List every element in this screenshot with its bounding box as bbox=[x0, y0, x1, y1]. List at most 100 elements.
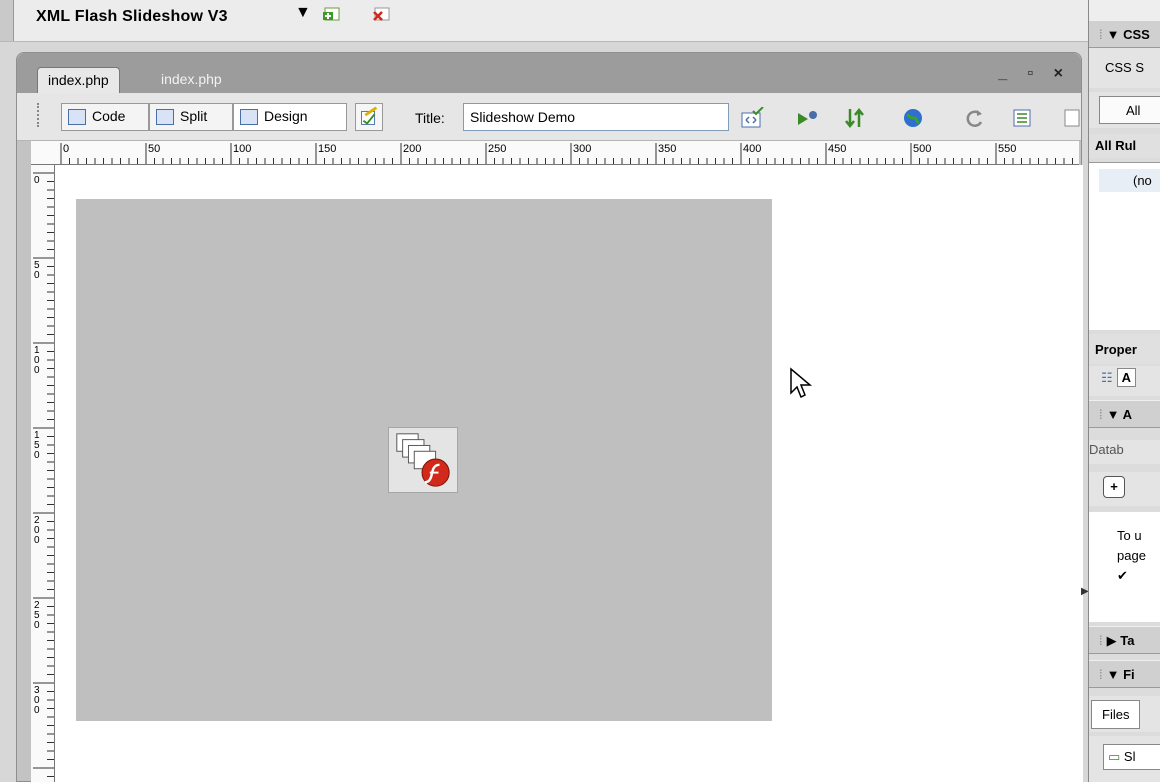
title-label: Title: bbox=[415, 110, 445, 126]
props-a-button[interactable]: A bbox=[1116, 368, 1137, 387]
window-controls[interactable]: _ ▫ × bbox=[998, 65, 1071, 83]
databases-tab[interactable]: Datab bbox=[1089, 440, 1160, 464]
split-icon bbox=[156, 109, 174, 125]
tag-inspector-title: ▶ Ta bbox=[1106, 633, 1135, 648]
css-panel-header[interactable]: ⁞ ▼ CSS bbox=[1089, 20, 1160, 48]
properties-header: Proper bbox=[1089, 334, 1160, 364]
application-panel-header[interactable]: ⁞ ▼ A bbox=[1089, 400, 1160, 428]
rules-item-label: (no bbox=[1133, 173, 1152, 188]
ruler-label: 0 bbox=[34, 175, 40, 186]
design-canvas[interactable] bbox=[55, 165, 1083, 782]
all-rules-header: All Rul bbox=[1089, 134, 1160, 158]
files-tab[interactable]: Files bbox=[1091, 700, 1141, 729]
ruler-label: 0 bbox=[34, 450, 40, 461]
flash-slideshow-icon[interactable] bbox=[388, 427, 458, 493]
ruler-label: 0 bbox=[34, 535, 40, 546]
code-icon bbox=[68, 109, 86, 125]
ruler-label: 0 bbox=[34, 705, 40, 716]
preview-browser-icon[interactable] bbox=[901, 107, 925, 129]
ruler-label: 250 bbox=[488, 143, 506, 155]
panel-grip: ⁞ bbox=[1099, 407, 1103, 422]
code-view-button[interactable]: Code bbox=[61, 103, 149, 131]
ruler-label: 50 bbox=[148, 143, 160, 155]
databases-tab-label: Datab bbox=[1089, 442, 1124, 457]
mouse-cursor-icon bbox=[790, 367, 813, 399]
rules-list-item[interactable]: (no bbox=[1099, 169, 1160, 192]
ruler-label: 150 bbox=[318, 143, 336, 155]
toolbar-grip[interactable] bbox=[37, 103, 43, 127]
design-view-button[interactable]: Design bbox=[233, 103, 347, 131]
properties-label: Proper bbox=[1095, 342, 1137, 357]
all-toggle-row: All bbox=[1089, 92, 1160, 128]
ruler-label: 400 bbox=[743, 143, 761, 155]
page-title-input[interactable] bbox=[463, 103, 729, 131]
site-selector[interactable]: ▭ Sl bbox=[1089, 736, 1160, 782]
split-view-button[interactable]: Split bbox=[149, 103, 233, 131]
document-tab-bar: index.php index.php _ ▫ × bbox=[17, 53, 1081, 93]
horizontal-ruler: 0 50 100 150 200 250 300 350 400 450 500 550 bbox=[31, 141, 1079, 165]
files-tab-row: Files bbox=[1089, 696, 1160, 732]
add-database-icon[interactable]: + bbox=[1103, 476, 1125, 498]
right-panel-dock: ⁞ ▼ CSS CSS S All All Rul (no Proper ☷ A ⁞… bbox=[1088, 0, 1160, 782]
properties-toolbar: ☷ A bbox=[1089, 366, 1160, 396]
validate-markup-icon[interactable] bbox=[741, 107, 765, 129]
databases-toolbar: + bbox=[1089, 472, 1160, 506]
site-dropdown[interactable]: ▭ Sl bbox=[1103, 744, 1160, 770]
extension-menu-arrow[interactable]: ▼ bbox=[295, 4, 311, 22]
all-button-label: All bbox=[1126, 103, 1141, 118]
code-label: Code bbox=[92, 108, 126, 124]
check-icon: ✔ bbox=[1117, 568, 1128, 583]
all-rules-label: All Rul bbox=[1095, 138, 1137, 153]
rules-list[interactable]: (no bbox=[1089, 162, 1160, 330]
category-view-icon[interactable]: ☷ bbox=[1101, 370, 1113, 385]
css-styles-tab-label: CSS S bbox=[1105, 60, 1145, 75]
refresh-icon[interactable] bbox=[963, 107, 987, 129]
document-toolbar: Code Split Design Title: bbox=[17, 93, 1081, 141]
tab-index-php-active[interactable]: index.php bbox=[37, 67, 120, 93]
css-panel-title: ▼ CSS bbox=[1106, 27, 1150, 42]
ruler-label: 100 bbox=[233, 143, 251, 155]
panel-grip: ⁞ bbox=[1099, 633, 1103, 648]
files-panel-title: ▼ Fi bbox=[1106, 667, 1135, 682]
browser-compat-icon[interactable] bbox=[795, 107, 819, 129]
css-styles-tab[interactable]: CSS S bbox=[1089, 48, 1160, 88]
ruler-label: 450 bbox=[828, 143, 846, 155]
panel-grip: ⁞ bbox=[1099, 27, 1103, 42]
dock-top bbox=[1089, 0, 1160, 20]
ruler-label: 0 bbox=[34, 365, 40, 376]
ruler-label: 0 bbox=[63, 143, 69, 155]
document-window: index.php index.php _ ▫ × Code Split Des… bbox=[16, 52, 1083, 782]
ruler-label: 0 bbox=[34, 270, 40, 281]
extension-title: XML Flash Slideshow V3 bbox=[36, 8, 228, 25]
ruler-label: 200 bbox=[403, 143, 421, 155]
instructions-line-2: page bbox=[1117, 548, 1146, 563]
databases-instructions: To u page ✔ bbox=[1089, 512, 1160, 622]
instructions-line-1: To u bbox=[1117, 528, 1142, 543]
view-options-icon[interactable] bbox=[1011, 107, 1035, 129]
panel-edge bbox=[0, 0, 14, 41]
ruler-label: 300 bbox=[573, 143, 591, 155]
site-name: Sl bbox=[1123, 749, 1136, 764]
ruler-label: 550 bbox=[998, 143, 1016, 155]
ruler-label: 500 bbox=[913, 143, 931, 155]
add-slideshow-icon[interactable] bbox=[320, 4, 342, 24]
visual-aids-icon[interactable] bbox=[1059, 107, 1083, 129]
files-panel-header[interactable]: ⁞ ▼ Fi bbox=[1089, 660, 1160, 688]
application-panel-title: ▼ A bbox=[1106, 407, 1133, 422]
all-button[interactable]: All bbox=[1099, 96, 1160, 124]
split-label: Split bbox=[180, 108, 208, 124]
site-folder-icon: ▭ bbox=[1108, 749, 1121, 764]
design-label: Design bbox=[264, 108, 308, 124]
tag-inspector-header[interactable]: ⁞ ▶ Ta bbox=[1089, 626, 1160, 654]
extension-toolbar: XML Flash Slideshow V3 ▼ bbox=[0, 0, 1088, 42]
vertical-ruler: 050100150200250300 bbox=[31, 165, 55, 782]
ruler-label: 350 bbox=[658, 143, 676, 155]
tab-index-php[interactable]: index.php bbox=[151, 67, 232, 93]
panel-grip: ⁞ bbox=[1099, 667, 1103, 682]
ruler-label: 0 bbox=[34, 620, 40, 631]
file-management-icon[interactable] bbox=[843, 107, 867, 129]
design-icon bbox=[240, 109, 258, 125]
delete-slideshow-icon[interactable] bbox=[370, 4, 392, 24]
live-data-icon[interactable] bbox=[355, 103, 383, 131]
flash-object-placeholder[interactable] bbox=[76, 199, 772, 721]
